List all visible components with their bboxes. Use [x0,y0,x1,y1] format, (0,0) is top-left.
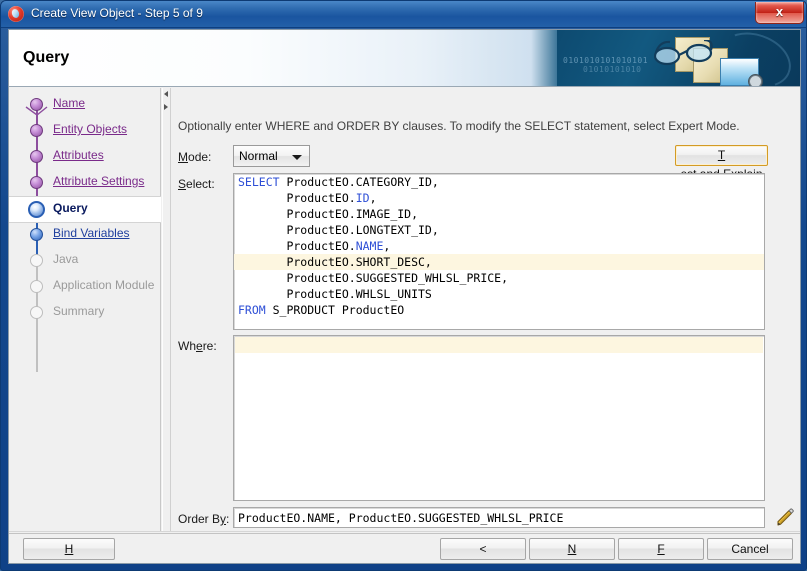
step-status-dot-icon [30,280,43,293]
pencil-icon[interactable] [774,507,796,529]
back-button[interactable]: < Back [440,538,526,563]
dialog-footer: Help < Back Next > Finish Cancel [9,533,800,563]
step-label: Attribute Settings [53,174,145,188]
binary-text-1: 0101010101010101 [563,56,649,65]
banner-artwork: 0101010101010101 01010101010 [557,30,800,86]
mode-select-value: Normal [239,149,278,163]
step-label: Name [53,96,86,110]
dialog-client-area: Query 0101010101010101 01010101010 Name … [8,29,801,564]
footer-separator [9,531,800,532]
instruction-text: Optionally enter WHERE and ORDER BY clau… [178,119,740,133]
code-line: ProductEO.IMAGE_ID, [238,207,419,221]
sidebar-item-entity-objects[interactable]: Entity Objects [9,118,161,143]
code-line: FROM S_PRODUCT ProductEO [238,303,405,317]
sidebar-item-attributes[interactable]: Attributes [9,144,161,169]
step-status-dot-icon [30,124,43,137]
sidebar-item-summary: Summary [9,300,161,325]
gear-icon [749,75,762,86]
mode-label: Mode: [178,150,212,164]
help-button[interactable]: Help [23,538,115,563]
page-banner: Query 0101010101010101 01010101010 [9,30,800,87]
step-label: Attributes [53,148,104,162]
step-status-dot-icon [30,306,43,319]
cancel-button[interactable]: Cancel [707,538,793,560]
mode-select[interactable]: Normal [233,145,310,167]
select-statement-code: SELECT ProductEO.CATEGORY_ID, ProductEO.… [234,174,764,318]
sidebar-item-name[interactable]: Name [9,92,161,117]
code-line: ProductEO.LONGTEXT_ID, [238,223,439,237]
step-label: Entity Objects [53,122,128,136]
wizard-step-list: Name Entity Objects Attributes Attribute… [9,88,161,532]
order-by-label: Order By: [178,512,230,526]
step-status-dot-icon [30,98,43,111]
where-label: Where: [178,339,217,353]
step-label: Query [53,201,88,215]
step-status-dot-icon [30,150,43,163]
title-bar: Create View Object - Step 5 of 9 x [1,1,806,28]
step-label: Summary [53,304,105,318]
next-button[interactable]: Next > [529,538,615,563]
binary-text-2: 01010101010 [583,65,642,74]
sidebar-item-query[interactable]: Query [9,196,161,223]
close-icon: x [775,4,784,19]
close-button[interactable]: x [755,2,804,24]
pane-splitter[interactable] [162,88,171,532]
code-line: ProductEO.SHORT_DESC, [234,254,764,270]
dialog-window: Create View Object - Step 5 of 9 x Query… [0,0,807,571]
collapse-left-icon[interactable] [164,91,168,97]
order-by-input[interactable]: ProductEO.NAME, ProductEO.SUGGESTED_WHLS… [233,507,765,528]
test-and-explain-button[interactable]: Test and Explain [675,145,768,181]
finish-button[interactable]: Finish [618,538,704,563]
sidebar-item-application-module: Application Module [9,274,161,299]
collapse-right-icon[interactable] [164,104,168,110]
query-form: Optionally enter WHERE and ORDER BY clau… [172,88,800,559]
where-current-line-highlight [235,337,763,353]
step-status-dot-icon [30,228,43,241]
code-line: ProductEO.SUGGESTED_WHLSL_PRICE, [238,271,509,285]
step-status-dot-icon [28,201,45,218]
step-status-dot-icon [30,254,43,267]
step-label: Application Module [53,278,155,292]
chevron-down-icon [292,155,302,160]
page-title: Query [23,49,70,66]
sidebar-item-bind-variables[interactable]: Bind Variables [9,222,161,247]
app-icon [8,6,24,22]
sidebar-item-java: Java [9,248,161,273]
sidebar-item-attribute-settings[interactable]: Attribute Settings [9,170,161,195]
window-title: Create View Object - Step 5 of 9 [31,6,203,20]
step-label: Java [53,252,79,266]
code-line: ProductEO.WHLSL_UNITS [238,287,432,301]
step-status-dot-icon [30,176,43,189]
select-statement-textarea[interactable]: SELECT ProductEO.CATEGORY_ID, ProductEO.… [233,173,765,330]
code-line: ProductEO.NAME, [238,239,391,253]
glasses-icon [654,40,713,66]
select-label: Select: [178,177,215,191]
code-line: SELECT ProductEO.CATEGORY_ID, [238,175,439,189]
where-clause-textarea[interactable] [233,335,765,501]
code-line: ProductEO.ID, [238,191,377,205]
step-label: Bind Variables [53,226,130,240]
